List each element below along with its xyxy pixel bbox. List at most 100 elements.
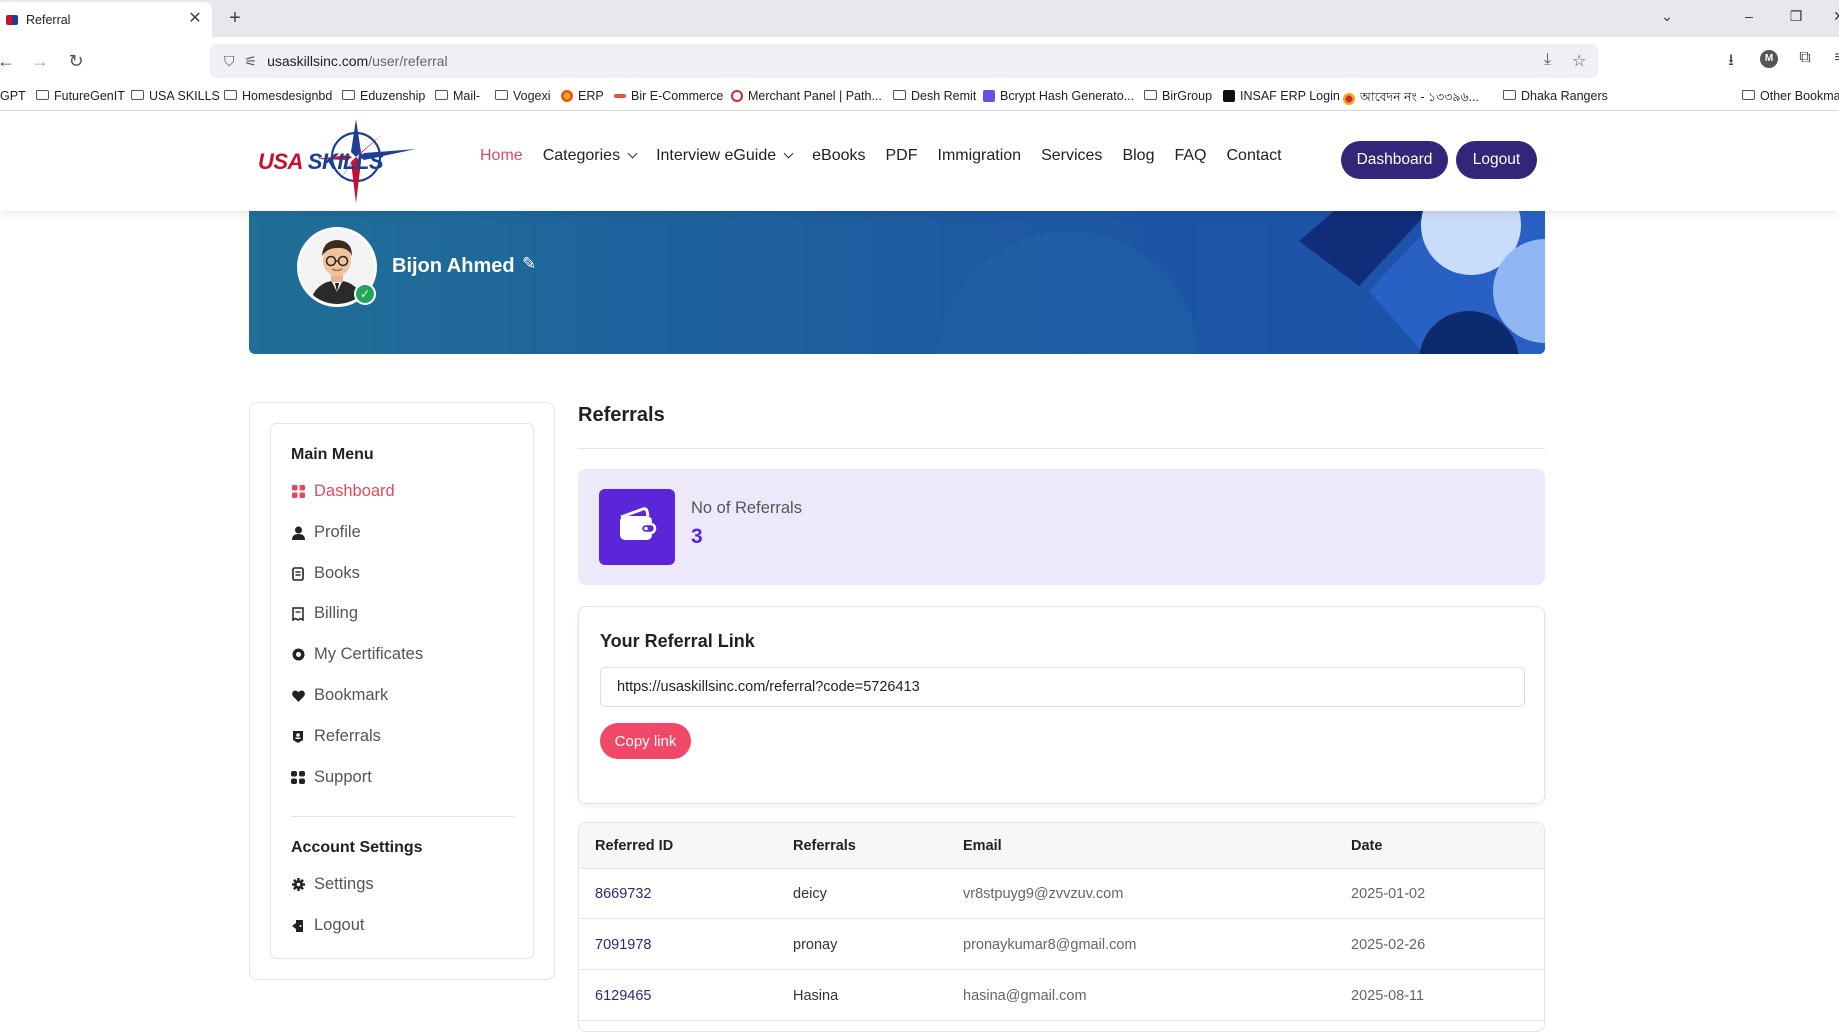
sidebar-item-logout[interactable]: Logout <box>291 916 364 935</box>
bookmark-item[interactable]: Eduzenship <box>342 89 425 103</box>
sidebar: Main Menu Dashboard Profile Books Billin… <box>249 402 555 980</box>
bookmark-item[interactable]: Merchant Panel | Path... <box>731 89 882 103</box>
menu-icon[interactable]: ≡ <box>1828 49 1839 67</box>
referred-id-link[interactable]: 6129465 <box>595 988 651 1004</box>
logo-wordmark: USA SKILLS <box>258 149 384 174</box>
new-tab-icon[interactable]: + <box>224 7 246 29</box>
book-icon <box>291 566 305 581</box>
browser-navbar: ← → ↻ ⛉ ⚟ usaskillsinc.com/user/referral… <box>0 37 1839 85</box>
column-header-referrals: Referrals <box>793 837 856 854</box>
dashboard-grid-icon <box>291 485 305 499</box>
referral-name: deicy <box>793 885 827 902</box>
usa-skills-logo[interactable]: USA SKILLS <box>256 119 421 203</box>
sidebar-item-certificates[interactable]: My Certificates <box>291 645 423 664</box>
restore-icon[interactable]: ❐ <box>1785 8 1807 25</box>
referred-id-link[interactable]: 7091978 <box>595 937 651 953</box>
window-close-icon[interactable]: ✕ <box>1828 8 1839 25</box>
heart-icon <box>291 689 305 703</box>
bookmark-item[interactable]: BirGroup <box>1144 89 1212 103</box>
referral-link-title: Your Referral Link <box>600 631 755 651</box>
referral-link-input[interactable] <box>600 667 1525 707</box>
nav-faq[interactable]: FAQ <box>1174 147 1206 165</box>
sidebar-item-dashboard[interactable]: Dashboard <box>291 482 395 501</box>
bookmark-item[interactable]: Other Bookma <box>1742 89 1839 103</box>
nav-contact[interactable]: Contact <box>1226 147 1281 165</box>
account-settings-title: Account Settings <box>291 839 423 856</box>
sidebar-item-billing[interactable]: Billing <box>291 604 358 623</box>
folder-icon <box>36 90 49 100</box>
table-row: 7091978 pronay pronaykumar8@gmail.com 20… <box>579 920 1544 970</box>
tab-list-chevron-icon[interactable]: ⌄ <box>1656 8 1678 25</box>
address-bar[interactable]: ⛉ ⚟ usaskillsinc.com/user/referral ⤓ ☆ <box>210 44 1598 78</box>
referral-count-card: No of Referrals 3 <box>578 469 1545 585</box>
nav-blog[interactable]: Blog <box>1122 147 1154 165</box>
nav-interview-eguide[interactable]: Interview eGuide <box>656 147 794 165</box>
nav-immigration[interactable]: Immigration <box>938 147 1022 165</box>
extensions-icon[interactable]: ⧉ <box>1794 49 1816 67</box>
profile-avatar-icon[interactable]: M <box>1760 50 1778 68</box>
support-grid-icon <box>291 771 305 785</box>
bookmark-item[interactable]: Bir E-Commerce <box>614 89 723 103</box>
referred-id-link[interactable]: 8669732 <box>595 886 651 902</box>
sidebar-item-bookmark[interactable]: Bookmark <box>291 686 388 705</box>
dashboard-button[interactable]: Dashboard <box>1341 141 1448 179</box>
column-header-date: Date <box>1351 837 1383 854</box>
bookmark-item[interactable]: Vogexi <box>495 89 551 103</box>
nav-pdf[interactable]: PDF <box>886 147 918 165</box>
forward-icon[interactable]: → <box>28 49 52 73</box>
logout-door-icon <box>291 919 305 933</box>
bookmark-item[interactable]: Desh Remit <box>893 89 976 103</box>
table-header: Referred ID Referrals Email Date <box>579 823 1544 869</box>
referrals-table: Referred ID Referrals Email Date 8669732… <box>578 822 1545 1032</box>
bookmark-item[interactable]: FutureGenIT <box>36 89 125 103</box>
banner-decoration <box>939 211 1545 354</box>
logout-button[interactable]: Logout <box>1456 141 1537 179</box>
bookmark-item[interactable]: Homesdesignbd <box>224 89 332 103</box>
nav-categories[interactable]: Categories <box>543 147 638 165</box>
downloads-icon[interactable]: ⭳ <box>1720 49 1742 76</box>
edit-pencil-icon[interactable]: ✎ <box>522 254 536 274</box>
close-tab-icon[interactable]: ✕ <box>186 10 204 28</box>
bookmark-item[interactable]: GPT <box>0 89 26 103</box>
bookmark-item[interactable]: Dhaka Rangers <box>1503 89 1608 103</box>
sidebar-item-referrals[interactable]: Referrals <box>291 727 381 746</box>
minimize-icon[interactable]: – <box>1738 8 1760 24</box>
receipt-icon <box>291 606 305 621</box>
folder-icon <box>131 90 144 100</box>
nav-ebooks[interactable]: eBooks <box>812 147 865 165</box>
browser-tab[interactable]: Referral ✕ <box>0 2 212 37</box>
bookmark-item[interactable]: INSAF ERP Login <box>1223 89 1340 103</box>
certificate-badge-icon <box>291 648 305 662</box>
bookmark-item[interactable]: USA SKILLS <box>131 89 220 103</box>
erp-favicon-icon <box>561 90 573 102</box>
gear-icon <box>291 878 305 892</box>
bcrypt-favicon-icon <box>983 90 995 102</box>
bookmark-star-icon[interactable]: ☆ <box>1572 51 1586 71</box>
reload-icon[interactable]: ↻ <box>64 49 88 73</box>
back-icon[interactable]: ← <box>0 49 18 73</box>
url-path: /user/referral <box>368 53 448 69</box>
table-row: 8669732 deicy vr8stpuyg9@zvvzuv.com 2025… <box>579 869 1544 919</box>
folder-icon <box>435 90 448 100</box>
bookmark-item[interactable]: ERP <box>561 89 604 103</box>
referral-badge-icon <box>291 730 305 744</box>
bookmark-item[interactable]: Mail- <box>435 89 480 103</box>
copy-link-button[interactable]: Copy link <box>600 723 691 759</box>
folder-icon <box>224 90 237 100</box>
bookmark-item[interactable]: আবেদন নং - ১৩৩৯৬... <box>1343 89 1479 109</box>
verified-check-icon: ✓ <box>354 283 376 305</box>
site-permissions-icon[interactable]: ⚟ <box>245 53 258 70</box>
stat-label: No of Referrals <box>691 499 802 517</box>
sidebar-item-settings[interactable]: Settings <box>291 875 374 894</box>
site-header: USA SKILLS Home Categories Interview eGu… <box>0 111 1839 211</box>
sidebar-item-support[interactable]: Support <box>291 768 372 787</box>
column-header-email: Email <box>963 837 1002 854</box>
sidebar-item-books[interactable]: Books <box>291 564 360 583</box>
sidebar-item-profile[interactable]: Profile <box>291 523 361 542</box>
user-icon <box>291 526 305 540</box>
nav-services[interactable]: Services <box>1041 147 1102 165</box>
page-title: Referrals <box>578 404 665 426</box>
nav-home[interactable]: Home <box>480 147 523 165</box>
bookmark-item[interactable]: Bcrypt Hash Generato... <box>983 89 1134 103</box>
install-app-icon[interactable]: ⤓ <box>1544 51 1551 69</box>
